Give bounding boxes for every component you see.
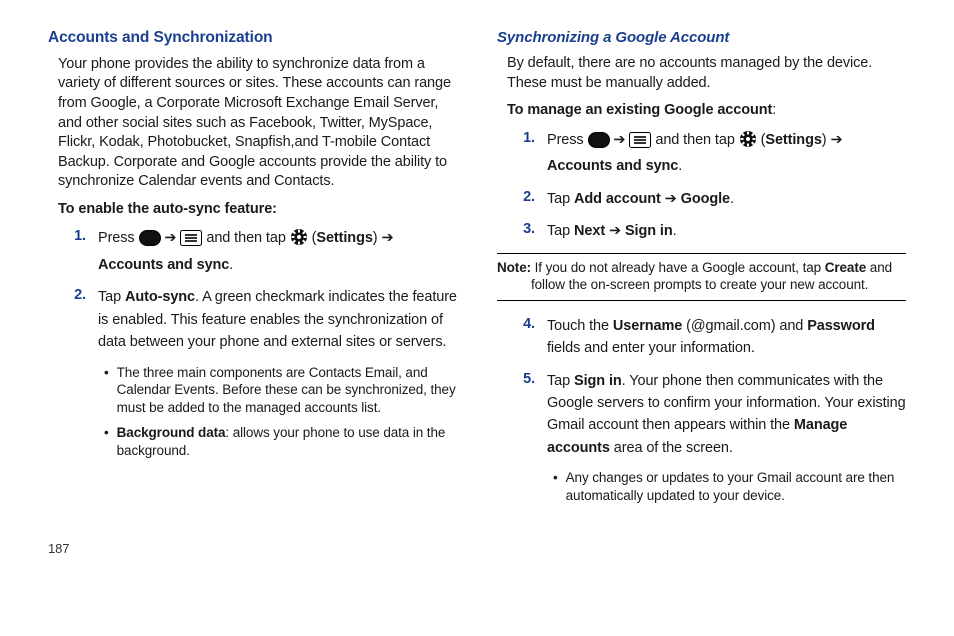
step-1-text: Press ➔ and then tap (Settings) ➔ Accoun… [98, 227, 457, 276]
page-number: 187 [48, 540, 906, 558]
home-key-icon [588, 132, 610, 155]
subhead-manage-google: To manage an existing Google account: [507, 101, 906, 121]
settings-gear-icon [290, 228, 308, 253]
bullet-item: • The three main components are Contacts… [104, 364, 457, 417]
bullet-dot-icon: • [553, 469, 558, 504]
heading-sync-google: Synchronizing a Google Account [497, 28, 906, 48]
step-number: 5. [517, 370, 535, 460]
step-2: 2. Tap Auto-sync. A green checkmark indi… [68, 286, 457, 353]
step-4-text: Touch the Username (@gmail.com) and Pass… [547, 315, 906, 360]
step-number: 1. [517, 129, 535, 178]
step-number: 4. [517, 315, 535, 360]
step-1: 1. Press ➔ and then tap (Settings) ➔ Acc… [68, 227, 457, 276]
step-number: 2. [517, 188, 535, 210]
intro-paragraph: Your phone provides the ability to synch… [58, 55, 457, 192]
step-number: 2. [68, 286, 86, 353]
menu-key-icon [180, 230, 202, 253]
menu-key-icon [629, 132, 651, 155]
intro-paragraph: By default, there are no accounts manage… [507, 54, 906, 93]
home-key-icon [139, 230, 161, 253]
step-2-text: Tap Add account ➔ Google. [547, 188, 906, 210]
step-5: 5. Tap Sign in. Your phone then communic… [517, 370, 906, 460]
bullet-item: • Any changes or updates to your Gmail a… [553, 469, 906, 504]
step-2: 2. Tap Add account ➔ Google. [517, 188, 906, 210]
bullet-dot-icon: • [104, 364, 109, 417]
heading-accounts-sync: Accounts and Synchronization [48, 28, 457, 49]
note-block: Note: If you do not already have a Googl… [497, 253, 906, 301]
step-4: 4. Touch the Username (@gmail.com) and P… [517, 315, 906, 360]
step-number: 1. [68, 227, 86, 276]
step-1: 1. Press ➔ and then tap (Settings) ➔ Acc… [517, 129, 906, 178]
right-column: Synchronizing a Google Account By defaul… [497, 28, 906, 512]
step-1-text: Press ➔ and then tap (Settings) ➔ Accoun… [547, 129, 906, 178]
subhead-enable-autosync: To enable the auto-sync feature: [58, 200, 457, 220]
left-column: Accounts and Synchronization Your phone … [48, 28, 457, 512]
step-5-text: Tap Sign in. Your phone then communicate… [547, 370, 906, 460]
step-3-text: Tap Next ➔ Sign in. [547, 220, 906, 242]
step-3: 3. Tap Next ➔ Sign in. [517, 220, 906, 242]
step-2-text: Tap Auto-sync. A green checkmark indicat… [98, 286, 457, 353]
settings-gear-icon [739, 130, 757, 155]
bullet-dot-icon: • [104, 424, 109, 459]
bullet-item: • Background data: allows your phone to … [104, 424, 457, 459]
step-number: 3. [517, 220, 535, 242]
